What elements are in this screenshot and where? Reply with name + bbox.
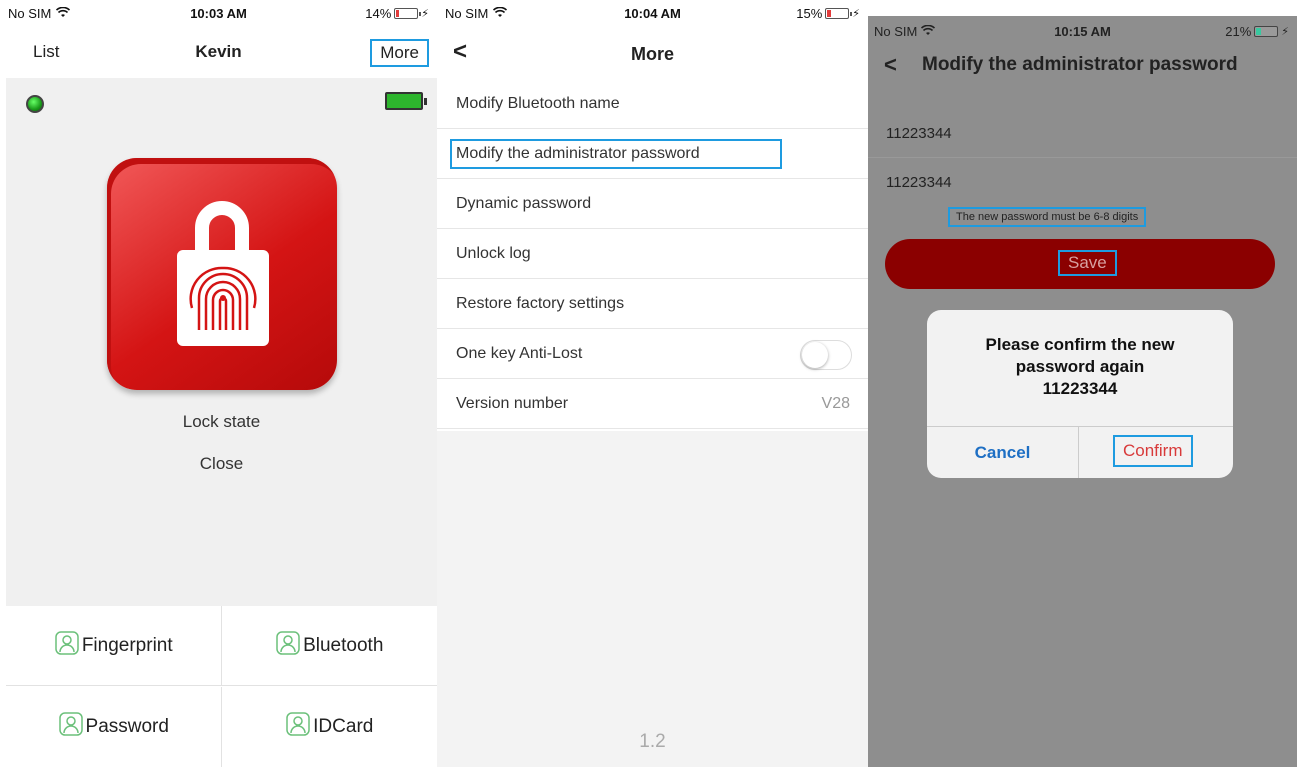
page-title: Modify the administrator password (922, 54, 1238, 75)
menu-item-version-number: Version number V28 (437, 379, 868, 429)
battery-percent: 14% (365, 6, 392, 21)
nav-bar: < Modify the administrator password (868, 44, 1297, 88)
confirm-password-field[interactable]: 11223344 (868, 159, 1297, 207)
battery-group: 14% ⚡ (365, 6, 429, 21)
new-password-field[interactable]: 11223344 (868, 110, 1297, 158)
method-label: Password (85, 716, 169, 737)
menu-item-label: Unlock log (456, 245, 531, 262)
menu-item-modify-bluetooth-name[interactable]: Modify Bluetooth name (437, 79, 868, 129)
menu-item-label: One key Anti-Lost (456, 345, 583, 362)
empty-area: 1.2 (437, 431, 868, 767)
confirm-dialog: Please confirm the new password again 11… (927, 310, 1233, 478)
method-label: Bluetooth (303, 634, 384, 656)
user-frame-icon (54, 630, 80, 662)
dialog-line: password again (1015, 357, 1145, 376)
password-hint: The new password must be 6-8 digits (948, 207, 1147, 227)
lock-home-screen: No SIM 10:03 AM 14% ⚡ List Kevin More Lo… (0, 0, 437, 767)
battery-group: 21% ⚡ (1225, 24, 1289, 39)
connection-indicator-icon (26, 95, 44, 113)
save-label: Save (1058, 250, 1117, 276)
menu-item-restore-factory[interactable]: Restore factory settings (437, 279, 868, 329)
menu-item-anti-lost: One key Anti-Lost (437, 329, 868, 379)
dialog-line: Please confirm the new (985, 335, 1175, 354)
more-button[interactable]: More (370, 39, 429, 67)
method-label: Fingerprint (81, 634, 173, 656)
menu-item-label: Modify Bluetooth name (456, 95, 620, 112)
lock-icon[interactable] (107, 158, 337, 390)
nav-bar: < More (437, 26, 868, 78)
battery-percent: 21% (1225, 24, 1252, 39)
battery-percent: 15% (796, 6, 823, 21)
lock-status-area: Lock state Close (6, 78, 437, 606)
method-label: IDCard (313, 716, 374, 737)
save-button[interactable]: Save (885, 239, 1275, 289)
user-frame-icon (275, 630, 301, 662)
anti-lost-toggle[interactable] (800, 340, 852, 370)
status-bar: No SIM 10:04 AM 15% ⚡ (437, 0, 868, 26)
status-bar: No SIM 10:15 AM 21% ⚡ (868, 18, 1297, 44)
menu-item-label: Dynamic password (456, 195, 592, 212)
page-title: More (630, 44, 674, 64)
menu-item-unlock-log[interactable]: Unlock log (437, 229, 868, 279)
unlock-methods-grid: Fingerprint Bluetooth Password IDCard (6, 606, 437, 767)
status-bar: No SIM 10:03 AM 14% ⚡ (0, 0, 437, 26)
charging-icon: ⚡ (852, 8, 860, 20)
user-frame-icon (285, 711, 311, 743)
fingerprint-method-button[interactable]: Fingerprint (6, 606, 222, 686)
settings-menu: Modify Bluetooth name Modify the adminis… (437, 79, 868, 429)
version-value: V28 (821, 395, 850, 412)
confirm-button[interactable]: Confirm (1113, 435, 1193, 467)
battery-icon (825, 8, 853, 19)
menu-item-label: Modify the administrator password (450, 139, 782, 169)
back-chevron-icon[interactable]: < (884, 52, 897, 78)
menu-item-label: Version number (456, 395, 569, 412)
app-version: 1.2 (639, 731, 666, 752)
bluetooth-method-button[interactable]: Bluetooth (221, 606, 437, 686)
modify-password-screen: No SIM 10:15 AM 21% ⚡ < Modify the admin… (868, 0, 1297, 767)
lock-state-label: Lock state (182, 412, 261, 431)
charging-icon: ⚡ (1281, 26, 1289, 38)
dialog-actions: Cancel Confirm (927, 426, 1233, 478)
cancel-button[interactable]: Cancel (927, 427, 1079, 478)
more-settings-screen: No SIM 10:04 AM 15% ⚡ < More Modify Blue… (437, 0, 868, 767)
charging-icon: ⚡ (421, 8, 429, 20)
lock-battery-icon (385, 92, 427, 110)
battery-icon (1254, 26, 1279, 37)
password-method-button[interactable]: Password (6, 687, 222, 767)
battery-icon (394, 8, 422, 19)
menu-item-modify-admin-password[interactable]: Modify the administrator password (437, 129, 868, 179)
battery-group: 15% ⚡ (796, 6, 860, 21)
nav-bar: List Kevin More (0, 26, 437, 78)
menu-item-label: Restore factory settings (456, 295, 625, 312)
lock-state-value: Close (199, 454, 244, 473)
dialog-password: 11223344 (1042, 379, 1118, 398)
menu-item-dynamic-password[interactable]: Dynamic password (437, 179, 868, 229)
user-frame-icon (58, 711, 84, 743)
idcard-method-button[interactable]: IDCard (222, 687, 438, 767)
dialog-message: Please confirm the new password again 11… (937, 334, 1223, 400)
